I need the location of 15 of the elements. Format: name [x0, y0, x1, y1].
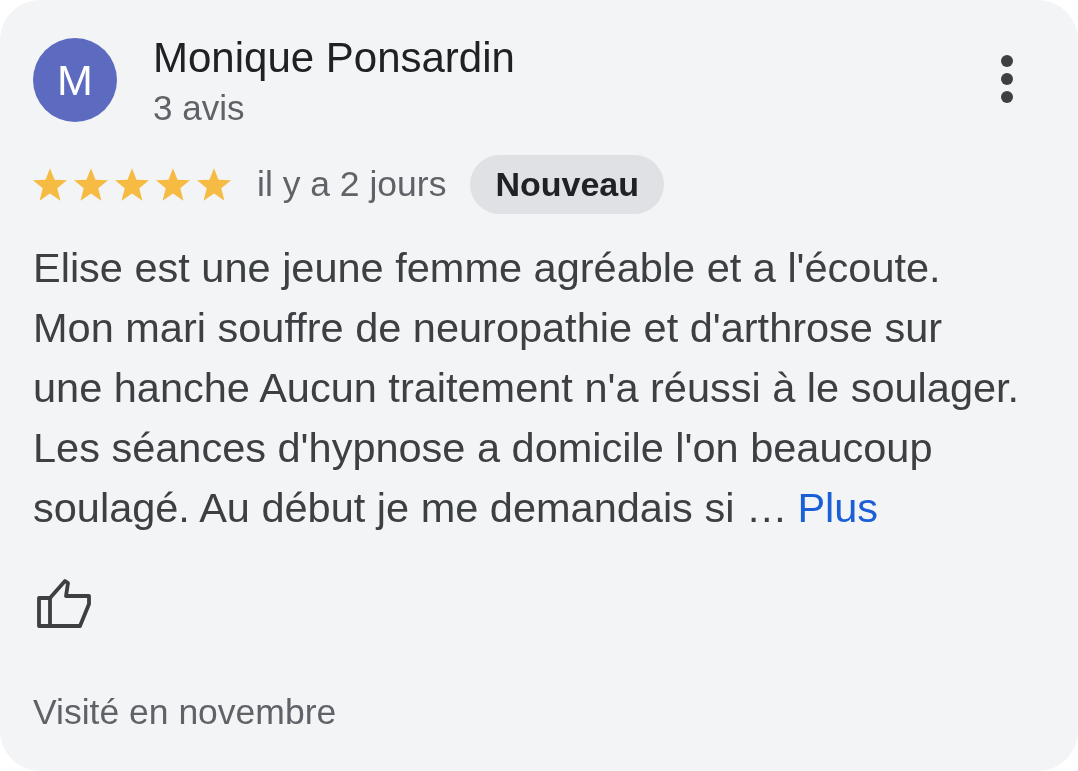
- menu-icon[interactable]: [1001, 55, 1013, 103]
- avatar: M: [33, 38, 117, 122]
- visit-date: Visité en novembre: [33, 692, 337, 733]
- star-icon: [74, 168, 108, 201]
- star-icon: [197, 168, 231, 201]
- review-text: Elise est une jeune femme agréable et a l'écoute. Mon mari souffre de neuropathie et d'arthrose sur une hanche Aucun traitement n'a réussi à le soulager. Les séances d'hypnose a domicile l'on beaucoup soulagé. Au début je me demandais si … Plus: [33, 243, 1021, 533]
- star-icon: [115, 168, 149, 201]
- review-date: il y a 2 jours: [257, 164, 447, 205]
- star-icon: [156, 168, 190, 201]
- more-link[interactable]: Plus: [797, 484, 879, 531]
- thumbs-up-icon[interactable]: [37, 578, 91, 628]
- new-badge: Nouveau: [470, 155, 664, 214]
- reviewer-name: Monique Ponsardin: [153, 36, 515, 80]
- star-icon: [33, 168, 67, 201]
- review-count: 3 avis: [153, 88, 245, 128]
